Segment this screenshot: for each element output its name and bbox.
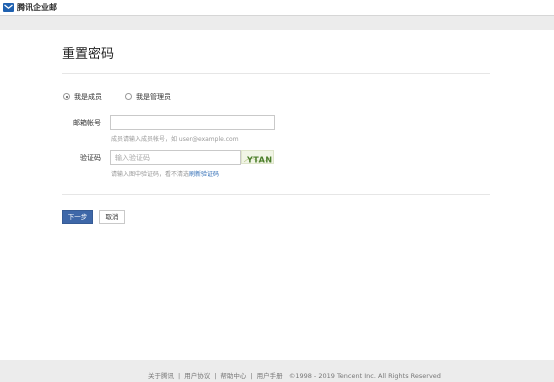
captcha-hint-text: 请输入图中验证码，看不清选 — [111, 171, 190, 178]
email-field[interactable] — [110, 115, 275, 130]
email-hint: 成员请输入成员帐号，如 user@example.com — [111, 136, 239, 143]
captcha-input[interactable] — [110, 150, 241, 165]
header-strip — [0, 16, 554, 30]
separator: | — [250, 372, 253, 380]
captcha-graphic-icon: YTAN — [243, 156, 273, 165]
refresh-captcha-link[interactable]: 刷新验证码 — [189, 171, 219, 178]
page-title: 重置密码 — [62, 47, 115, 62]
radio-member[interactable] — [63, 93, 70, 100]
brand-name[interactable]: 腾讯企业邮 — [17, 2, 57, 13]
captcha-label: 验证码 — [80, 154, 101, 162]
next-button[interactable]: 下一步 — [62, 210, 93, 224]
svg-text:YTAN: YTAN — [246, 156, 273, 165]
top-bar: 腾讯企业邮 — [0, 0, 554, 16]
divider — [62, 194, 490, 195]
footer-link-manual[interactable]: 用户手册 — [257, 372, 283, 380]
footer-links: 关于腾讯 | 用户协议 | 帮助中心 | 用户手册 ©1998 - 2019 Tencent… — [148, 372, 441, 381]
radio-member-label[interactable]: 我是成员 — [74, 92, 102, 102]
captcha-image[interactable]: YTAN — [241, 150, 274, 164]
email-label: 邮箱帐号 — [73, 119, 101, 127]
separator: | — [178, 372, 181, 380]
footer-link-agreement[interactable]: 用户协议 — [184, 372, 210, 380]
radio-admin[interactable] — [125, 93, 132, 100]
reset-password-card: 重置密码 我是成员 我是管理员 邮箱帐号 成员请输入成员帐号，如 user@ex… — [0, 30, 554, 360]
footer: 关于腾讯 | 用户协议 | 帮助中心 | 用户手册 ©1998 - 2019 Tencent… — [0, 360, 554, 382]
copyright-text: ©1998 - 2019 Tencent Inc. All Rights Res… — [288, 372, 441, 380]
footer-link-about[interactable]: 关于腾讯 — [148, 372, 174, 380]
cancel-button[interactable]: 取消 — [99, 210, 125, 224]
divider — [62, 73, 490, 74]
separator: | — [214, 372, 217, 380]
radio-admin-label[interactable]: 我是管理员 — [136, 92, 171, 102]
mail-logo-icon — [3, 3, 14, 12]
captcha-hint: 请输入图中验证码，看不清选刷新验证码 — [111, 170, 219, 179]
footer-link-help[interactable]: 帮助中心 — [220, 372, 246, 380]
